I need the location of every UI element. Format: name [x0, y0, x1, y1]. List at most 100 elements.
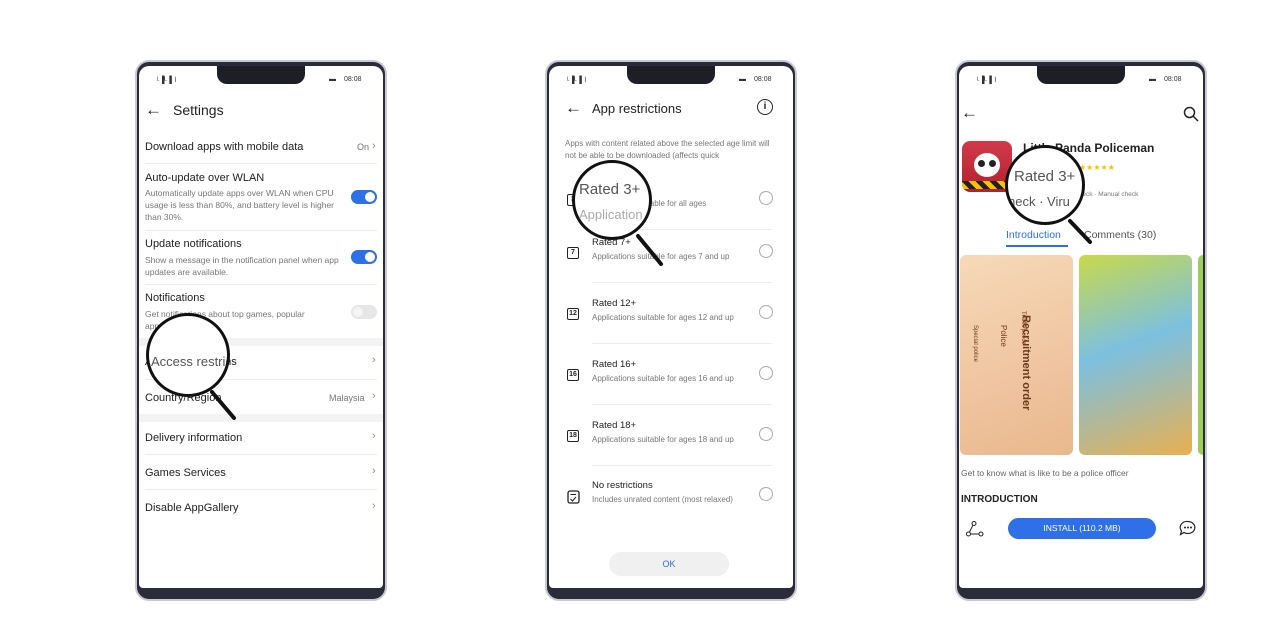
- section-title: INTRODUCTION: [961, 494, 1038, 505]
- share-icon[interactable]: [966, 521, 984, 537]
- checks-text: Virus check · Manual check: [1059, 191, 1139, 198]
- download-label: Download apps with mobile data: [145, 141, 304, 153]
- tab-introduction[interactable]: Introduction: [1006, 229, 1061, 241]
- checklist-icon: [567, 490, 580, 504]
- status-time: 08:08: [344, 76, 362, 83]
- info-icon[interactable]: i: [757, 99, 773, 115]
- option-desc: Applications suitable for ages 16 and up: [592, 374, 734, 383]
- update-notif-desc: Show a message in the notification panel…: [145, 255, 339, 277]
- update-notif-toggle[interactable]: [351, 250, 377, 264]
- screenshot-2[interactable]: [1079, 255, 1192, 455]
- back-icon[interactable]: ←: [145, 100, 162, 120]
- phone-restrictions: ᴸ▐ᴸ▐ ⌇ ▬ 08:08 ← App restrictions i Apps…: [545, 60, 797, 601]
- chevron-right-icon: ›: [372, 430, 376, 442]
- divider: [145, 489, 377, 490]
- app-detail-screen: ᴸ▐ᴸ▐ ⌇ ▬ 08:08 ← Little Panda Policeman …: [959, 66, 1203, 588]
- chevron-right-icon: ›: [372, 140, 376, 152]
- screenshot-text: Traffic police: [1020, 311, 1026, 345]
- install-button[interactable]: INSTALL (110.2 MB): [1008, 518, 1156, 539]
- comment-icon[interactable]: [1179, 520, 1197, 537]
- option-desc: Applications suitable for all ages: [592, 199, 707, 208]
- chevron-right-icon: ›: [372, 465, 376, 477]
- divider: [145, 379, 377, 380]
- option-label: Rated 7+: [592, 237, 631, 248]
- age-badge-icon: 12: [567, 308, 579, 320]
- divider: [592, 465, 772, 466]
- battery-icon: ▬: [329, 76, 336, 83]
- download-value: On: [357, 142, 370, 152]
- age-badge-icon: 3: [567, 194, 579, 206]
- tab-comments[interactable]: Comments (30): [1084, 229, 1156, 241]
- age-badge-icon: 7: [567, 247, 579, 259]
- option-radio[interactable]: [759, 427, 773, 441]
- signal-icon: ᴸ▐ᴸ▐ ⌇: [977, 77, 998, 84]
- games-label: Games Services: [145, 467, 226, 479]
- screenshot-text: Police: [999, 325, 1008, 347]
- ok-button[interactable]: OK: [609, 552, 729, 576]
- notifications-toggle[interactable]: [351, 305, 377, 319]
- auto-update-label: Auto-update over WLAN: [145, 172, 265, 184]
- divider: [592, 282, 772, 283]
- screenshot-1[interactable]: Recruitment order Police Traffic police …: [960, 255, 1073, 455]
- screenshot-text: Special police: [972, 325, 978, 363]
- option-radio[interactable]: [759, 191, 773, 205]
- option-desc: Applications suitable for ages 12 and up: [592, 313, 734, 322]
- age-badge-icon: 16: [567, 369, 579, 381]
- divider: [592, 229, 772, 230]
- restrictions-screen: ᴸ▐ᴸ▐ ⌇ ▬ 08:08 ← App restrictions i Apps…: [549, 66, 793, 588]
- country-value: Malaysia: [329, 393, 365, 403]
- search-icon[interactable]: [1183, 106, 1199, 122]
- divider: [145, 454, 377, 455]
- auto-update-desc: Automatically update apps over WLAN when…: [145, 188, 335, 222]
- tab-indicator: [1006, 245, 1068, 247]
- chevron-right-icon: ›: [372, 500, 376, 512]
- signal-icon: ᴸ▐ᴸ▐ ⌇: [567, 77, 588, 84]
- divider: [145, 163, 377, 164]
- age-badge-icon: 18: [567, 430, 579, 442]
- section-gap: [139, 338, 383, 346]
- auto-update-toggle[interactable]: [351, 190, 377, 204]
- app-icon: [962, 141, 1012, 192]
- notch: [1037, 66, 1125, 84]
- screenshot-3[interactable]: [1198, 255, 1203, 455]
- divider: [592, 404, 772, 405]
- option-radio[interactable]: [759, 366, 773, 380]
- delivery-label: Delivery information: [145, 432, 243, 444]
- status-time: 08:08: [754, 76, 772, 83]
- battery-icon: ▬: [739, 76, 746, 83]
- chevron-right-icon: ›: [372, 390, 376, 402]
- app-name: Little Panda Policeman: [1023, 141, 1155, 155]
- divider: [145, 230, 377, 231]
- chevron-right-icon: ›: [372, 354, 376, 366]
- phone-settings: ᴸ▐ᴸ▐ ⌇ ▬ 08:08 ← Settings Download apps …: [135, 60, 387, 601]
- battery-icon: ▬: [1149, 76, 1156, 83]
- notch: [627, 66, 715, 84]
- update-notif-label: Update notifications: [145, 238, 242, 250]
- option-desc: Includes unrated content (most relaxed): [592, 495, 733, 504]
- app-tagline: Get to know what is like to be a police …: [961, 468, 1129, 478]
- back-icon[interactable]: ←: [961, 103, 978, 123]
- notifications-label: Notifications: [145, 292, 205, 304]
- page-title: App restrictions: [592, 101, 682, 116]
- divider: [592, 343, 772, 344]
- section-gap: [139, 414, 383, 422]
- option-radio[interactable]: [759, 487, 773, 501]
- status-time: 08:08: [1164, 76, 1182, 83]
- option-label: Rated 18+: [592, 420, 637, 431]
- option-radio[interactable]: [759, 305, 773, 319]
- access-label: Access restrictions: [145, 356, 237, 368]
- rating-stars: ★★★★★: [1079, 163, 1115, 172]
- option-desc: Applications suitable for ages 18 and up: [592, 435, 734, 444]
- disable-label: Disable AppGallery: [145, 502, 239, 514]
- country-label: Country/Region: [145, 392, 222, 404]
- settings-screen: ᴸ▐ᴸ▐ ⌇ ▬ 08:08 ← Settings Download apps …: [139, 66, 383, 588]
- back-icon[interactable]: ←: [565, 98, 582, 118]
- option-label: No restrictions: [592, 480, 653, 491]
- option-label: Rated 16+: [592, 359, 637, 370]
- notifications-desc: Get notifications about top games, popul…: [145, 309, 305, 331]
- option-radio[interactable]: [759, 244, 773, 258]
- restrictions-desc: Apps with content related above the sele…: [565, 139, 770, 160]
- page-title: Settings: [173, 102, 224, 118]
- phone-app-detail: ᴸ▐ᴸ▐ ⌇ ▬ 08:08 ← Little Panda Policeman …: [955, 60, 1207, 601]
- divider: [145, 284, 377, 285]
